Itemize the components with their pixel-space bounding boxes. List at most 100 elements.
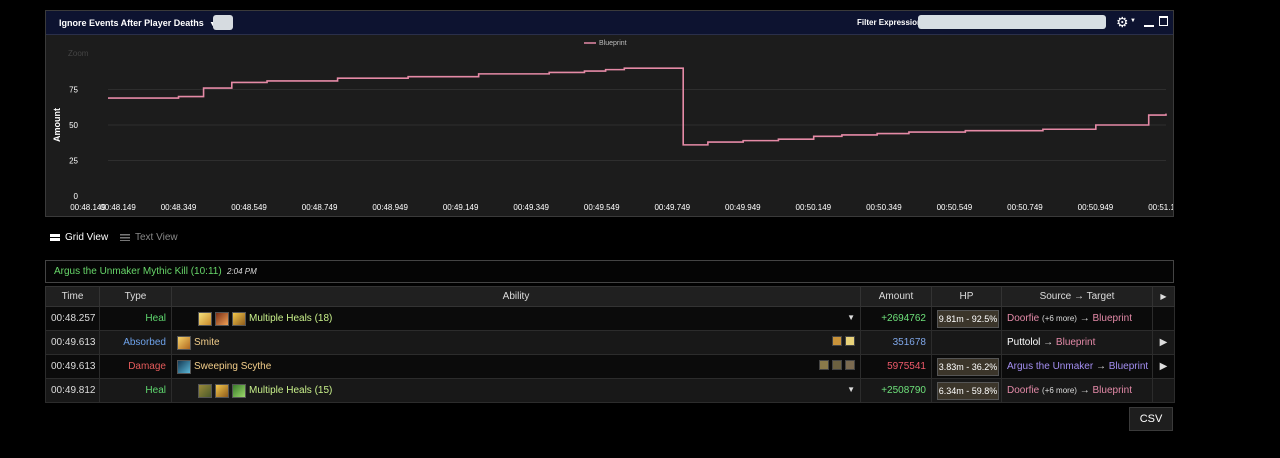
row-amount: +2694762: [860, 306, 932, 331]
source-name: Argus the Unmaker: [1007, 361, 1094, 372]
caret-down-icon[interactable]: ▼: [1130, 18, 1136, 24]
col-ability[interactable]: Ability: [171, 286, 861, 307]
more-sources: (+6 more): [1042, 314, 1077, 323]
x-tick-label: 00:48.549: [231, 203, 267, 212]
table-row[interactable]: 00:49.812 Heal Multiple Heals (15) ▼ +25…: [45, 378, 1175, 403]
col-amount[interactable]: Amount: [860, 286, 932, 307]
x-tick-label: 00:50.149: [796, 203, 832, 212]
x-tick-label: 00:48.949: [372, 203, 408, 212]
row-expand[interactable]: [1152, 378, 1175, 403]
grid-view-tab[interactable]: Grid View: [50, 232, 108, 243]
row-ability[interactable]: Multiple Heals (15) ▼: [171, 378, 861, 403]
more-sources: (+6 more): [1042, 386, 1077, 395]
x-tick-label: 00:49.149: [443, 203, 479, 212]
chart-toolbar: Ignore Events After Player Deaths ▼ Filt…: [46, 11, 1173, 35]
row-time: 00:48.257: [45, 306, 100, 331]
row-type: Heal: [99, 306, 172, 331]
holy-spell-icon: [198, 311, 212, 326]
row-ability[interactable]: Smite: [171, 330, 861, 355]
maximize-icon[interactable]: [1159, 16, 1168, 26]
x-tick-label: 00:50.749: [1007, 203, 1043, 212]
source-name: Puttolol: [1007, 337, 1041, 348]
grid-icon: [50, 234, 60, 241]
row-ability[interactable]: Multiple Heals (18) ▼: [171, 306, 861, 331]
source-name: Doorfie: [1007, 313, 1040, 324]
x-tick-label: 00:49.949: [725, 203, 761, 212]
toggle-button[interactable]: [213, 15, 233, 30]
table-row[interactable]: 00:49.613 Damage Sweeping Scythe 5975541…: [45, 354, 1175, 379]
ability-name: Multiple Heals (15): [249, 385, 333, 396]
buff-icon: [845, 336, 855, 346]
encounter-time: 2:04 PM: [227, 267, 257, 276]
smite-icon: [177, 335, 191, 350]
zoom-label: Zoom: [68, 49, 89, 58]
grid-view-label: Grid View: [65, 232, 109, 243]
row-source-target[interactable]: Puttolol → Blueprint: [1001, 330, 1153, 355]
row-amount: 5975541: [860, 354, 932, 379]
row-expand[interactable]: [1152, 306, 1175, 331]
row-hp: 3.83m - 36.2%: [931, 354, 1002, 379]
damage-chart-panel: Ignore Events After Player Deaths ▼ Filt…: [45, 10, 1174, 217]
caret-down-icon[interactable]: ▼: [847, 313, 855, 322]
table-row[interactable]: 00:49.613 Absorbed Smite 351678 Puttolol…: [45, 330, 1175, 355]
col-hp[interactable]: HP: [931, 286, 1002, 307]
row-type: Heal: [99, 378, 172, 403]
csv-export-button[interactable]: CSV: [1129, 407, 1173, 431]
ability-name: Smite: [194, 337, 220, 348]
encounter-bar: Argus the Unmaker Mythic Kill (10:11) 2:…: [45, 260, 1174, 283]
series-line-blueprint: [108, 67, 1167, 146]
row-source-target[interactable]: Doorfie (+6 more) → Blueprint: [1001, 378, 1153, 403]
events-table: Time Type Ability Amount HP Source → Tar…: [45, 286, 1175, 403]
row-expand[interactable]: ▶: [1152, 330, 1175, 355]
row-ability[interactable]: Sweeping Scythe: [171, 354, 861, 379]
hp-badge: 3.83m - 36.2%: [937, 357, 999, 376]
row-source-target[interactable]: Doorfie (+6 more) → Blueprint: [1001, 306, 1153, 331]
target-name: Blueprint: [1108, 361, 1149, 372]
x-tick-label: 00:49.549: [584, 203, 620, 212]
row-time: 00:49.812: [45, 378, 100, 403]
hp-badge: 6.34m - 59.8%: [937, 381, 999, 400]
buff-icons: [819, 360, 855, 370]
x-tick-label: 00:50.949: [1078, 203, 1114, 212]
row-time: 00:49.613: [45, 330, 100, 355]
x-tick-label: 00:50.349: [866, 203, 902, 212]
target-name: Blueprint: [1092, 385, 1132, 396]
col-time[interactable]: Time: [45, 286, 100, 307]
expand-column[interactable]: ▶: [1152, 286, 1175, 307]
x-tick-label: 00:48.749: [302, 203, 338, 212]
y-tick-label: 50: [69, 121, 78, 130]
arrow-icon: →: [1079, 385, 1090, 396]
row-source-target[interactable]: Argus the Unmaker → Blueprint: [1001, 354, 1153, 379]
amount-line-chart: 0 25 50 75 Zoom Amount Blueprint 00:48.149 00:48…: [52, 40, 1173, 212]
dropdown-label: Ignore Events After Player Deaths: [59, 18, 204, 28]
hp-badge: 9.81m - 92.5%: [937, 309, 999, 328]
y-tick-label: 0: [74, 192, 79, 201]
druid-spell-icon: [232, 383, 246, 398]
minimize-icon[interactable]: [1144, 25, 1154, 27]
chevron-right-icon: ▶: [1159, 361, 1168, 372]
source-name: Doorfie: [1007, 385, 1040, 396]
arrow-icon: →: [1095, 361, 1106, 372]
buff-icon: [832, 360, 842, 370]
col-type[interactable]: Type: [99, 286, 172, 307]
col-source-target[interactable]: Source → Target: [1001, 286, 1153, 307]
caret-down-icon[interactable]: ▼: [847, 385, 855, 394]
arrow-icon: →: [1043, 337, 1054, 348]
y-tick-label: 25: [69, 157, 78, 166]
x-tick-label: 00:49.349: [513, 203, 549, 212]
row-time: 00:49.613: [45, 354, 100, 379]
nature-spell-icon: [198, 383, 212, 398]
x-tick-label: 00:51.149: [1148, 203, 1173, 212]
list-icon: [120, 234, 130, 241]
gear-icon[interactable]: ⚙: [1116, 14, 1129, 31]
table-row[interactable]: 00:48.257 Heal Multiple Heals (18) ▼ +26…: [45, 306, 1175, 331]
row-expand[interactable]: ▶: [1152, 354, 1175, 379]
ignore-deaths-dropdown[interactable]: Ignore Events After Player Deaths ▼: [59, 18, 216, 28]
x-tick-label: 00:48.149: [70, 203, 106, 212]
text-view-tab[interactable]: Text View: [120, 232, 178, 243]
row-type: Absorbed: [99, 330, 172, 355]
filter-expression-input[interactable]: [918, 15, 1106, 29]
row-amount: 351678: [860, 330, 932, 355]
row-hp: [931, 330, 1002, 355]
filter-label: Filter Expression:: [857, 18, 925, 27]
